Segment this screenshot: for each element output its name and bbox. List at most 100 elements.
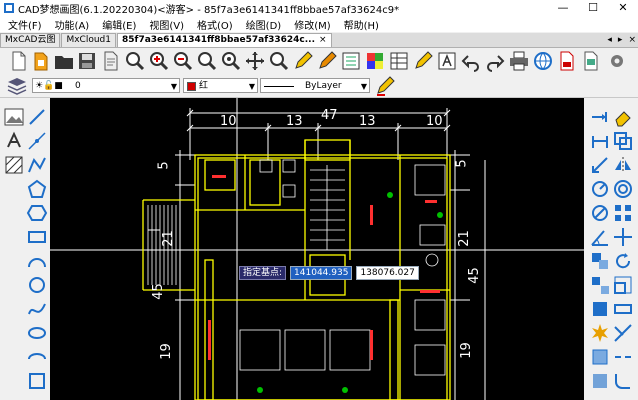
tab-close-icon[interactable]: × xyxy=(319,34,327,47)
export-image-icon[interactable] xyxy=(580,50,602,72)
ungroup-icon[interactable] xyxy=(589,274,611,296)
dim-right-19: 19 xyxy=(458,342,474,359)
zoom-out-icon[interactable] xyxy=(172,50,194,72)
layer-color-icon[interactable] xyxy=(364,50,386,72)
close-button[interactable]: ✕ xyxy=(608,0,638,16)
linetype-value: ByLayer xyxy=(305,81,342,91)
hatch-icon[interactable] xyxy=(3,154,25,176)
array-icon[interactable] xyxy=(612,202,634,224)
menu-modify[interactable]: 修改(M) xyxy=(286,17,335,32)
insert-block-icon[interactable] xyxy=(26,370,48,392)
extend-icon[interactable] xyxy=(589,106,611,128)
tab-mxcad-cloud[interactable]: MxCAD云图 xyxy=(0,33,61,47)
properties-icon[interactable] xyxy=(340,50,362,72)
menu-format[interactable]: 格式(O) xyxy=(189,17,238,32)
export-pdf-icon[interactable] xyxy=(556,50,578,72)
menu-file[interactable]: 文件(F) xyxy=(0,17,47,32)
zoom-window-icon[interactable] xyxy=(124,50,146,72)
menu-view[interactable]: 视图(V) xyxy=(141,17,189,32)
trim-icon[interactable] xyxy=(612,322,634,344)
stretch-icon[interactable] xyxy=(612,298,634,320)
image-icon[interactable] xyxy=(3,106,25,128)
new-file-icon[interactable] xyxy=(8,50,30,72)
explode-icon[interactable] xyxy=(589,322,611,344)
open-folder-icon[interactable] xyxy=(53,50,75,72)
settings-icon[interactable] xyxy=(606,50,628,72)
layer-state-icon: ☀🔓■ xyxy=(35,81,63,91)
scale-icon[interactable] xyxy=(612,274,634,296)
zoom-all-icon[interactable] xyxy=(220,50,242,72)
ellipse-icon[interactable] xyxy=(26,322,48,344)
minimize-button[interactable]: — xyxy=(548,0,578,16)
block-icon[interactable] xyxy=(589,298,611,320)
title-bar: CAD梦想画图(6.1.20220304)<游客> - 85f7a3e61413… xyxy=(0,0,638,16)
move-icon[interactable] xyxy=(612,226,634,248)
match-layer-icon[interactable] xyxy=(374,75,396,97)
save-icon[interactable] xyxy=(76,50,98,72)
dim-diameter-icon[interactable] xyxy=(589,202,611,224)
menu-function[interactable]: 功能(A) xyxy=(47,17,95,32)
text-style-icon[interactable] xyxy=(436,50,458,72)
menu-draw[interactable]: 绘图(D) xyxy=(238,17,287,32)
print-icon[interactable] xyxy=(508,50,530,72)
layer-combo[interactable]: ☀🔓■ 0 ▼ xyxy=(32,78,180,93)
edit-icon[interactable] xyxy=(412,50,434,72)
region-icon[interactable] xyxy=(589,346,611,368)
rotate-icon[interactable] xyxy=(612,250,634,272)
color-combo[interactable]: 红 ▼ xyxy=(183,78,258,93)
polygon-icon[interactable] xyxy=(26,178,48,200)
open-file-icon[interactable] xyxy=(30,50,52,72)
layer-manager-icon[interactable] xyxy=(388,50,410,72)
linetype-combo[interactable]: ByLayer ▼ xyxy=(260,78,370,93)
x-coordinate-input[interactable]: 141044.935 xyxy=(290,266,353,280)
pan-icon[interactable] xyxy=(244,50,266,72)
tab-mxcloud1[interactable]: MxCloud1 xyxy=(61,33,116,47)
boundary-icon[interactable] xyxy=(589,370,611,392)
fillet-icon[interactable] xyxy=(612,370,634,392)
layers-icon[interactable] xyxy=(6,75,28,97)
properties-toolbar: ☀🔓■ 0 ▼ 红 ▼ ByLayer ▼ xyxy=(0,75,638,98)
dim-aligned-icon[interactable] xyxy=(589,154,611,176)
menu-help[interactable]: 帮助(H) xyxy=(336,17,384,32)
arc-icon[interactable] xyxy=(26,250,48,272)
ellipse-arc-icon[interactable] xyxy=(26,346,48,368)
chevron-down-icon: ▼ xyxy=(170,82,177,91)
document-icon[interactable] xyxy=(100,50,122,72)
web-icon[interactable] xyxy=(532,50,554,72)
dim-top-47: 47 xyxy=(321,108,338,123)
zoom-realtime-icon[interactable] xyxy=(268,50,290,72)
app-icon xyxy=(4,3,14,13)
match-properties-icon[interactable] xyxy=(316,50,338,72)
undo-icon[interactable] xyxy=(460,50,482,72)
circle-icon[interactable] xyxy=(26,274,48,296)
erase-icon[interactable] xyxy=(612,106,634,128)
copy-icon[interactable] xyxy=(612,130,634,152)
group-icon[interactable] xyxy=(589,250,611,272)
zoom-extents-icon[interactable] xyxy=(196,50,218,72)
pencil-icon[interactable] xyxy=(292,50,314,72)
offset-icon[interactable] xyxy=(612,178,634,200)
dim-radius-icon[interactable] xyxy=(589,178,611,200)
tab-scroll-left-icon[interactable]: ◂ xyxy=(607,35,612,45)
mtext-icon[interactable] xyxy=(3,130,25,152)
rectangle-icon[interactable] xyxy=(26,226,48,248)
y-coordinate-input[interactable]: 138076.027 xyxy=(356,266,419,280)
maximize-button[interactable]: ☐ xyxy=(578,0,608,16)
drawing-canvas[interactable]: 47 10 13 13 10 5 21 45 19 5 21 45 19 xyxy=(50,98,584,400)
zoom-in-icon[interactable] xyxy=(148,50,170,72)
spline-icon[interactable] xyxy=(26,298,48,320)
polyline-icon[interactable] xyxy=(26,154,48,176)
dim-angular-icon[interactable] xyxy=(589,226,611,248)
tab-scroll-right-icon[interactable]: ▸ xyxy=(618,35,623,45)
menu-edit[interactable]: 编辑(E) xyxy=(94,17,141,32)
break-icon[interactable] xyxy=(612,346,634,368)
pentagon-icon[interactable] xyxy=(26,202,48,224)
dim-linear-icon[interactable] xyxy=(589,130,611,152)
color-value: 红 xyxy=(199,81,209,91)
mirror-icon[interactable] xyxy=(612,154,634,176)
tab-current-drawing[interactable]: 85f7a3e6141341ff8bbae57af33624c... × xyxy=(117,33,332,47)
line-icon[interactable] xyxy=(26,106,48,128)
redo-icon[interactable] xyxy=(484,50,506,72)
construction-line-icon[interactable] xyxy=(26,130,48,152)
tab-close-all-icon[interactable]: × xyxy=(628,35,636,45)
